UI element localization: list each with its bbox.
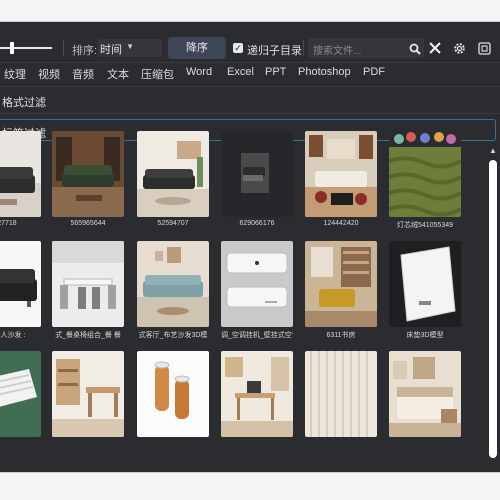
search-icon[interactable]: [409, 43, 421, 55]
search-input[interactable]: 搜索文件...: [308, 38, 424, 58]
living-room-thumbnail: [305, 131, 377, 217]
grid-item[interactable]: 52594707: [137, 131, 209, 237]
grid-item[interactable]: 629066176: [221, 131, 293, 237]
grid-item[interactable]: 调_空调挂机_壁挂式空调: [221, 241, 293, 347]
format-filter-panel[interactable]: 格式过滤: [0, 89, 496, 111]
grid-item[interactable]: [137, 351, 209, 449]
black-sofa-thumbnail: [0, 241, 41, 327]
tab-excel[interactable]: Excel: [227, 66, 254, 78]
study-room-thumbnail: [305, 241, 377, 327]
include-subfolders-label: 递归子目录: [247, 45, 302, 57]
grid-item[interactable]: [52, 351, 124, 449]
tab-pdf[interactable]: PDF: [363, 66, 385, 78]
close-icon[interactable]: [429, 42, 441, 54]
scroll-up-icon[interactable]: ▲: [489, 146, 497, 155]
toolbar-divider: [63, 40, 64, 56]
grid-item-caption: 6311书房: [326, 332, 356, 339]
dark-render-thumbnail: [221, 131, 293, 217]
grid-item[interactable]: 124442420: [305, 131, 377, 237]
bedroom-thumbnail: [389, 351, 461, 437]
sofa-render-thumbnail: [0, 131, 41, 217]
curtain-texture-thumbnail: [305, 351, 377, 437]
keyboard-thumbnail: [0, 351, 41, 437]
grid-item-caption: 简 三人沙发 :: [0, 332, 26, 339]
thumbnail-size-slider-handle[interactable]: [10, 42, 14, 54]
grid-item[interactable]: 565965644: [52, 131, 124, 237]
living-room-thumbnail: [137, 131, 209, 217]
grid-item-caption: 灯芯绒541055349: [396, 222, 454, 229]
tab-texture[interactable]: 纹理: [4, 66, 26, 82]
grid-item[interactable]: 6311书房: [305, 241, 377, 347]
grid-item[interactable]: [389, 351, 461, 449]
chevron-down-icon: ▼: [126, 42, 134, 51]
grid-item[interactable]: 床垫3D模型: [389, 241, 461, 347]
search-placeholder: 搜索文件...: [313, 46, 362, 57]
vertical-scrollbar[interactable]: ▲: [487, 146, 498, 464]
include-subfolders-checkbox[interactable]: ✓: [233, 43, 243, 53]
tab-photoshop[interactable]: Photoshop: [298, 66, 351, 78]
sort-dropdown[interactable]: 时间 ▼: [98, 39, 162, 57]
grid-item-caption: 调_空调挂机_壁挂式空调: [221, 332, 293, 339]
title-bar-strip: [0, 0, 500, 22]
desk-room-thumbnail: [221, 351, 293, 437]
sofa-render-thumbnail: [52, 131, 124, 217]
tab-text[interactable]: 文本: [107, 66, 129, 82]
grid-item[interactable]: [0, 351, 41, 449]
sort-label: 排序:: [72, 45, 98, 57]
tab-video[interactable]: 视频: [38, 66, 60, 82]
grid-item-caption: 565965644: [70, 220, 106, 227]
divider: [0, 113, 500, 114]
grid-item[interactable]: 灯芯绒541055349: [389, 131, 461, 237]
divider: [0, 86, 500, 87]
living-room-thumbnail: [137, 241, 209, 327]
fabric-texture-thumbnail: [389, 131, 461, 217]
format-filter-label: 格式过滤: [2, 97, 46, 109]
gear-icon[interactable]: [453, 42, 466, 55]
grid-item-caption: 床垫3D模型: [406, 332, 444, 339]
grid-item-caption: 527718: [0, 220, 17, 227]
mattress-thumbnail: [389, 241, 461, 327]
grid-item-caption: 式客厅_布艺沙发3D模: [138, 332, 208, 339]
tab-audio[interactable]: 音频: [72, 66, 94, 82]
window-mode-icon[interactable]: [478, 42, 491, 55]
tab-ppt[interactable]: PPT: [265, 66, 286, 78]
sort-dropdown-value: 时间: [100, 44, 122, 56]
grid-item-caption: 式_餐桌椅组合_餐 餐: [55, 332, 121, 339]
grid-item[interactable]: [221, 351, 293, 449]
air-conditioner-thumbnail: [221, 241, 293, 327]
divider: [0, 62, 500, 63]
tab-archive[interactable]: 压缩包: [141, 66, 174, 82]
grid-item-caption: 124442420: [323, 220, 359, 227]
thumbnail-size-slider[interactable]: [0, 47, 52, 49]
toolbar: 排序: 时间 ▼ 降序 ✓ 递归子目录 搜索文件...: [0, 28, 500, 59]
grid-item[interactable]: 527718: [0, 131, 41, 237]
study-room-thumbnail: [52, 351, 124, 437]
thumbnail-grid: 527718 565965644 52594707 629066176 1244…: [0, 131, 484, 449]
dining-set-thumbnail: [52, 241, 124, 327]
grid-item-caption: 52594707: [157, 220, 189, 227]
grid-item[interactable]: 式客厅_布艺沙发3D模: [137, 241, 209, 347]
toolbar-divider: [303, 40, 304, 56]
scrollbar-thumb[interactable]: [489, 160, 497, 458]
grid-item[interactable]: 式_餐桌椅组合_餐 餐: [52, 241, 124, 347]
grid-item[interactable]: 简 三人沙发 :: [0, 241, 41, 347]
pipe-objects-thumbnail: [137, 351, 209, 437]
grid-item-caption: 629066176: [239, 220, 275, 227]
sort-order-button[interactable]: 降序: [168, 37, 226, 59]
grid-item[interactable]: [305, 351, 377, 449]
tab-word[interactable]: Word: [186, 66, 212, 78]
status-strip: [0, 472, 500, 500]
